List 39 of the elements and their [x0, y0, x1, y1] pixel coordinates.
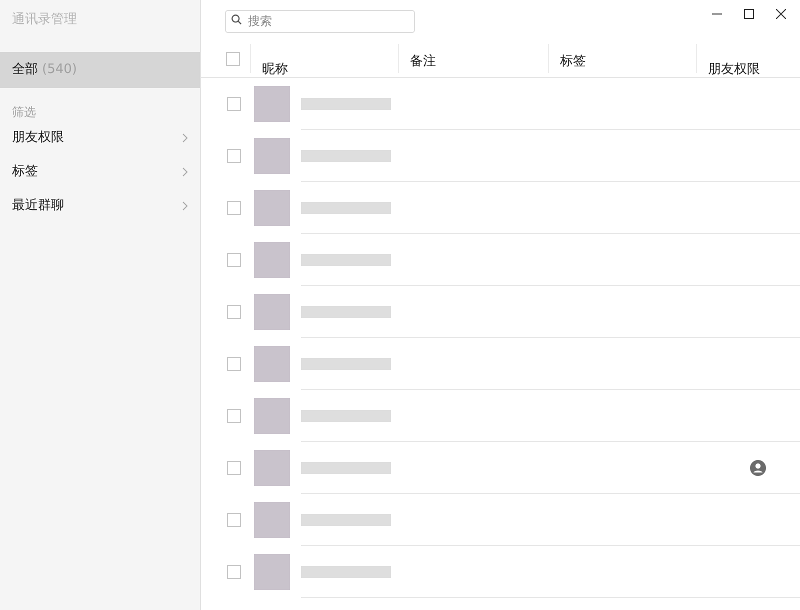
photo-placeholder: [254, 242, 290, 278]
row-checkbox[interactable]: [227, 201, 241, 215]
sidebar-title: 通讯录管理: [11, 11, 78, 29]
row-checkbox[interactable]: [227, 149, 241, 163]
column-header: 标签: [560, 54, 586, 69]
photo-placeholder: [254, 398, 290, 434]
row-checkbox[interactable]: [227, 461, 241, 475]
photo-placeholder: [254, 554, 290, 590]
select-all-checkbox[interactable]: [226, 52, 240, 66]
column-header: 昵称: [262, 62, 288, 77]
row-checkbox[interactable]: [227, 565, 241, 579]
chevron-right-icon: [182, 201, 188, 211]
row-checkbox[interactable]: [227, 409, 241, 423]
filter-heading: 筛选: [11, 104, 37, 121]
column-header: 朋友权限: [708, 62, 760, 77]
photo-placeholder: [254, 450, 290, 486]
maximize-icon[interactable]: [744, 9, 754, 19]
search-icon: [231, 14, 242, 25]
row-checkbox[interactable]: [227, 357, 241, 371]
row-checkbox[interactable]: [227, 253, 241, 267]
photo-placeholder: [254, 138, 290, 174]
photo-placeholder: [254, 294, 290, 330]
sidebar-item-label: 全部: [12, 61, 38, 80]
photo-placeholder: [254, 190, 290, 226]
photo-placeholder: [254, 86, 290, 122]
row-checkbox[interactable]: [227, 513, 241, 527]
close-icon[interactable]: [776, 9, 786, 19]
person-icon: [750, 460, 766, 476]
filter-item[interactable]: 标签: [0, 155, 200, 189]
column-header: 备注: [410, 54, 436, 69]
photo-placeholder: [254, 346, 290, 382]
search-field[interactable]: 搜索: [225, 10, 415, 32]
filter-item[interactable]: 最近群聊: [0, 189, 200, 223]
filter-item[interactable]: 朋友权限: [0, 121, 200, 155]
photo-placeholder: [254, 502, 290, 538]
chevron-right-icon: [182, 167, 188, 177]
row-checkbox[interactable]: [227, 97, 241, 111]
chevron-right-icon: [182, 133, 188, 143]
row-checkbox[interactable]: [227, 305, 241, 319]
